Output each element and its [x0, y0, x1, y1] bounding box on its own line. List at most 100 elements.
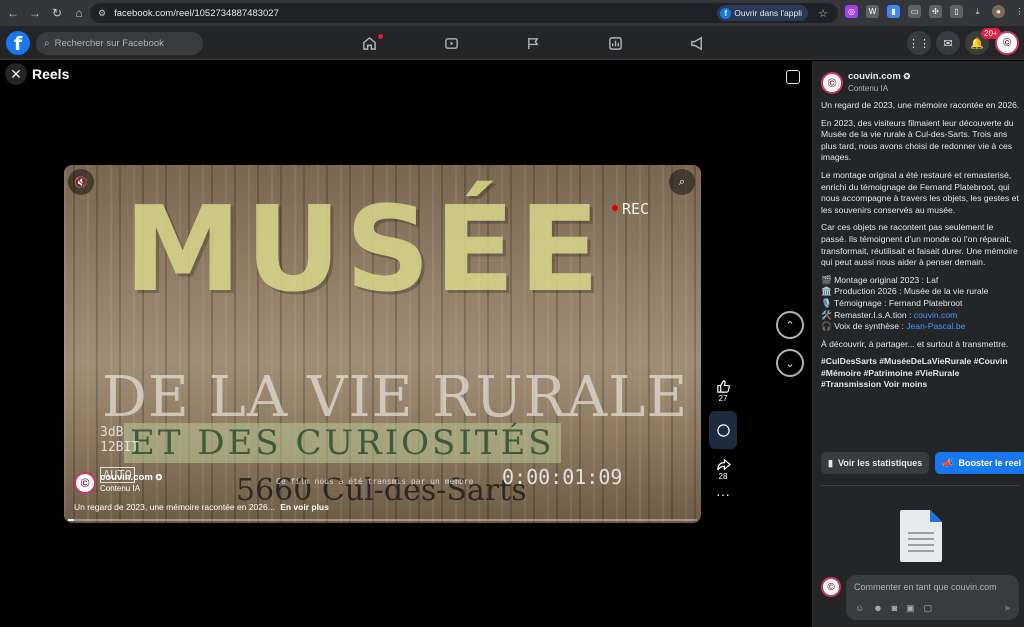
- video-caption: Un regard de 2023, une mémoire racontée …: [74, 502, 329, 512]
- author-avatar[interactable]: ©: [821, 72, 843, 94]
- video-overlay-rec: REC: [611, 200, 650, 218]
- boost-reel-label: Booster le reel: [958, 458, 1022, 468]
- search-input[interactable]: ⌕ Rechercher sur Facebook: [36, 32, 203, 55]
- credit-line: 🎙️ Témoignage : Fernand Platebroot: [821, 297, 963, 308]
- extension-icon[interactable]: ◎: [845, 5, 858, 18]
- stats-icon: ▮: [828, 457, 833, 468]
- verified-icon: ✪: [155, 473, 163, 482]
- toggle-panel-icon[interactable]: [786, 70, 800, 84]
- url-text: facebook.com/reel/1052734887483027: [114, 7, 279, 19]
- description-paragraph: Car ces objets ne racontent pas seulemen…: [821, 222, 1018, 268]
- comment-icon: [716, 423, 730, 437]
- credit-link[interactable]: couvin.com: [914, 310, 957, 320]
- close-icon[interactable]: ✕: [5, 63, 27, 85]
- sidebar-icon[interactable]: ▯: [950, 5, 963, 18]
- author-name[interactable]: couvin.com: [100, 472, 153, 483]
- view-stats-label: Voir les statistiques: [837, 458, 923, 468]
- reels-viewer: ✕ Reels MUSÉE DE LA VIE RURALE ET DES CU…: [0, 61, 812, 627]
- thumbs-up-icon: [716, 380, 730, 393]
- panel-buttons: ▮ Voir les statistiques 📣 Booster le ree…: [821, 452, 1024, 474]
- credit-line: 🛠️ Remaster.I.s.A.tion :: [821, 309, 914, 320]
- reel-details-panel: © couvin.com ✪ Contenu IA Un regard de 2…: [812, 61, 1024, 627]
- gif-icon[interactable]: ▣: [906, 603, 915, 614]
- messenger-icon[interactable]: ✉: [936, 31, 960, 55]
- video-overlay-transmis: Ce film nous a été transmis par un membr…: [276, 477, 474, 486]
- description-paragraph: Le montage original a été restauré et re…: [821, 169, 1019, 215]
- menu-dots-icon[interactable]: ⋮: [1013, 5, 1024, 18]
- zoom-icon[interactable]: ⌕: [669, 169, 695, 195]
- see-more-link[interactable]: En voir plus: [280, 502, 329, 512]
- video-overlay-timecode: 0:00:01:09: [502, 465, 623, 489]
- home-icon: [362, 36, 376, 50]
- share-count: 28: [718, 472, 728, 481]
- profile-avatar-icon[interactable]: ●: [992, 5, 1005, 18]
- description-paragraph: À découvrir, à partager... et surtout à …: [821, 338, 1009, 349]
- back-icon[interactable]: ←: [4, 4, 22, 22]
- reel-actions: 27 28 ···: [709, 379, 737, 507]
- boost-reel-button[interactable]: 📣 Booster le reel: [935, 452, 1024, 474]
- share-button[interactable]: 28: [709, 457, 737, 481]
- download-icon[interactable]: ⤓: [971, 5, 984, 18]
- menu-grid-icon[interactable]: ⋮⋮: [907, 31, 931, 55]
- forward-icon[interactable]: →: [26, 4, 44, 22]
- description-paragraph: Un regard de 2023, une mémoire racontée …: [821, 100, 1020, 110]
- address-bar[interactable]: ⚙ facebook.com/reel/1052734887483027 f O…: [90, 3, 838, 23]
- next-reel-button[interactable]: ⌄: [776, 349, 804, 377]
- mute-icon[interactable]: 🔇: [68, 169, 94, 195]
- previous-reel-button[interactable]: ⌃: [776, 311, 804, 339]
- emoji-icon[interactable]: ☻: [873, 603, 882, 614]
- video-overlay-curiosites: ET DES CURIOSITÉS: [124, 423, 561, 463]
- send-icon[interactable]: ➤: [1003, 603, 1011, 614]
- nav-video[interactable]: [410, 26, 492, 60]
- reel-description: Un regard de 2023, une mémoire racontée …: [821, 100, 1021, 397]
- search-placeholder: Rechercher sur Facebook: [54, 38, 164, 49]
- credit-link[interactable]: Jean-Pascal.be: [906, 321, 965, 331]
- camera-icon[interactable]: ◙: [892, 603, 897, 614]
- author-name[interactable]: couvin.com: [848, 71, 901, 82]
- sticker-icon[interactable]: ▢: [924, 603, 933, 614]
- notification-dot: [378, 34, 383, 39]
- extensions-bar: ◎ W ▮ ▭ ✣ ▯ ⤓ ● ⋮: [845, 5, 1024, 18]
- more-options-icon[interactable]: ···: [709, 487, 737, 501]
- avatar-sticker-icon[interactable]: ☺: [855, 603, 864, 614]
- reel-video[interactable]: MUSÉE DE LA VIE RURALE ET DES CURIOSITÉS…: [64, 165, 701, 523]
- reload-icon[interactable]: ↻: [48, 4, 66, 22]
- document-icon: [900, 510, 942, 562]
- puzzle-icon[interactable]: ✣: [929, 5, 942, 18]
- hashtags[interactable]: #CulDesSarts #MuséeDeLaVieRurale #Couvin…: [821, 356, 1021, 391]
- video-overlay-title: MUSÉE: [124, 180, 604, 318]
- commenter-avatar: ©: [821, 577, 841, 597]
- nav-home[interactable]: [328, 26, 410, 60]
- search-icon: ⌕: [44, 38, 50, 49]
- video-progress-bar[interactable]: [68, 519, 697, 521]
- author-avatar[interactable]: ©: [74, 472, 96, 494]
- home-icon[interactable]: ⌂: [70, 4, 88, 22]
- like-count: 27: [718, 394, 728, 403]
- view-stats-button[interactable]: ▮ Voir les statistiques: [821, 452, 930, 474]
- extension-icon[interactable]: ▮: [887, 5, 900, 18]
- like-button[interactable]: 27: [709, 379, 737, 403]
- megaphone-icon: [690, 36, 702, 50]
- nav-insights[interactable]: [574, 26, 656, 60]
- nav-ads[interactable]: [656, 26, 738, 60]
- open-in-app-button[interactable]: f Ouvrir dans l'appli: [717, 5, 808, 21]
- extension-icon[interactable]: W: [866, 5, 879, 18]
- bookmark-star-icon[interactable]: ☆: [818, 7, 828, 20]
- profile-avatar[interactable]: ©: [995, 31, 1019, 55]
- credits: 🎬 Montage original 2023 : Laf 🏛️ Product…: [821, 275, 1021, 333]
- open-in-app-label: Ouvrir dans l'appli: [734, 8, 802, 18]
- video-overlay-subtitle: DE LA VIE RURALE: [102, 365, 689, 430]
- chart-icon: [608, 36, 622, 50]
- caption-text: Un regard de 2023, une mémoire racontée …: [74, 502, 275, 512]
- comment-placeholder: Commenter en tant que couvin.com: [854, 582, 997, 592]
- panel-author[interactable]: © couvin.com ✪ Contenu IA: [821, 71, 910, 95]
- site-settings-icon[interactable]: ⚙: [98, 8, 106, 19]
- nav-pages[interactable]: [492, 26, 574, 60]
- megaphone-icon: 📣: [942, 457, 954, 468]
- facebook-logo-icon[interactable]: f: [6, 31, 30, 55]
- comment-input[interactable]: Commenter en tant que couvin.com ☺ ☻ ◙ ▣…: [846, 575, 1019, 620]
- extension-icon[interactable]: ▭: [908, 5, 921, 18]
- comment-button[interactable]: [709, 411, 737, 449]
- flag-icon: [527, 37, 539, 49]
- video-author[interactable]: © couvin.com ✪ Contenu IA: [74, 472, 162, 494]
